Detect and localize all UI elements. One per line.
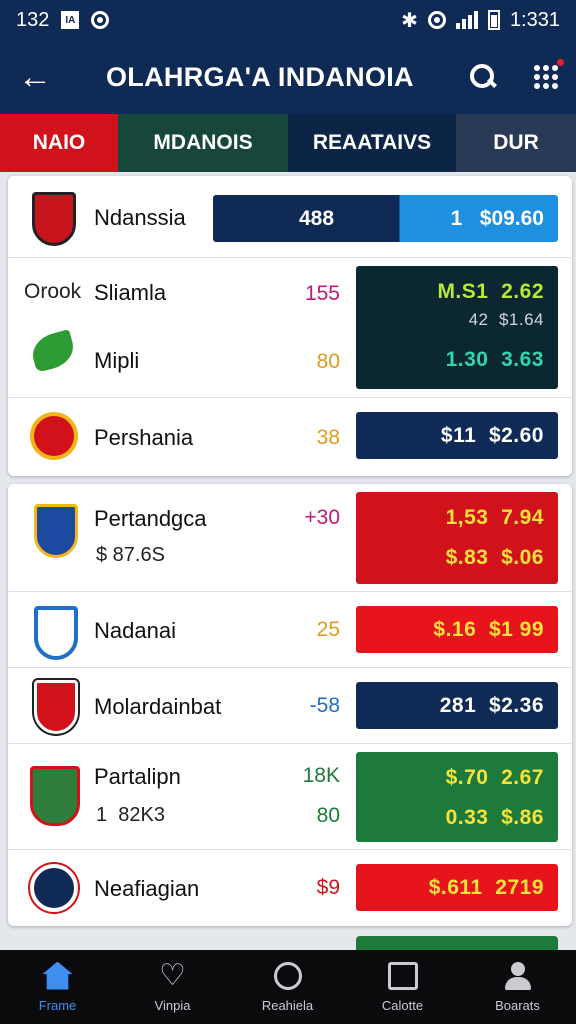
team-crest-icon (30, 864, 78, 912)
nav-label: Vinpia (154, 997, 191, 1013)
nav-label: Boarats (495, 997, 540, 1013)
team-crest-icon (30, 766, 80, 826)
heart-icon: ♡ (159, 958, 186, 992)
team-name: Mipli (94, 348, 140, 373)
match-card: Ndanssia 488 1 $09.60 Orook Sliamla 155 … (8, 176, 572, 476)
odds-line: 42 $1.64 (468, 310, 544, 329)
score-right: 1 $09.60 (450, 207, 544, 230)
odds-line: 1.30 3.63 (445, 348, 544, 371)
list-item[interactable]: Nadanai 25 $.16 $1 99 (8, 592, 572, 668)
record-icon (91, 11, 110, 29)
nav-label: Calotte (381, 997, 424, 1013)
odds-line: 0.33 $.86 (445, 806, 544, 829)
match-count: -58 (309, 694, 340, 717)
odds-box[interactable]: $.16 $1 99 (356, 606, 558, 653)
nav-item-profile[interactable]: Boarats (460, 950, 575, 1024)
status-clock: 1:331 (509, 8, 560, 31)
team-crest-icon (34, 680, 78, 734)
notification-badge-icon: IA (61, 11, 80, 29)
search-icon[interactable] (468, 62, 498, 92)
nav-item-results[interactable]: Reahiela (230, 950, 345, 1024)
kangaroo-icon (28, 329, 78, 373)
odds-box (356, 936, 558, 950)
status-bar: 132 IA ✱ 1:331 (0, 0, 576, 40)
tab-3[interactable]: DUR (456, 114, 576, 172)
nav-item-home[interactable]: Frame (0, 950, 115, 1024)
team-name: Molardainbat (94, 694, 222, 719)
team-stat: $ 87.6S (96, 544, 165, 566)
match-count: 155 (304, 282, 340, 305)
team-prefix: Orook (24, 280, 82, 303)
battery-icon (487, 10, 500, 30)
home-icon (42, 961, 73, 990)
tab-2[interactable]: REAATAIVS (288, 114, 456, 172)
app-bar: ← OLAHRGA'A INDANOIA (0, 40, 576, 114)
team-name: Pershania (94, 425, 194, 450)
team-name: Nadanai (94, 618, 176, 643)
match-count: 80 (316, 350, 340, 373)
score-left: 488 (299, 207, 335, 230)
list-item[interactable]: Orook Sliamla 155 Mipli 80 M.S1 2.62 42 … (8, 258, 572, 398)
odds-box[interactable]: $.611 2719 (356, 864, 558, 911)
status-time: 132 (16, 8, 50, 31)
match-count: 25 (316, 618, 340, 641)
bluetooth-icon: ✱ (401, 9, 418, 32)
match-count: 18K (302, 764, 340, 787)
odds-line: $.16 $1 99 (433, 618, 544, 641)
match-count: +30 (304, 506, 340, 529)
match-count: $9 (316, 876, 340, 899)
team-name: Partalipn (94, 764, 181, 789)
odds-box[interactable]: $11 $2.60 (356, 412, 558, 459)
signal-icon (455, 11, 478, 29)
odds-line: $.83 $.06 (445, 546, 544, 569)
team-crest-icon (32, 192, 76, 246)
nav-label: Reahiela (261, 997, 314, 1013)
list-item[interactable]: Pertandgca $ 87.6S +30 1,53 7.94 $.83 $.… (8, 484, 572, 592)
team-name: Pertandgca (94, 506, 207, 531)
nav-item-favorites[interactable]: ♡ Vinpia (115, 950, 230, 1024)
odds-box[interactable]: M.S1 2.62 42 $1.64 1.30 3.63 (356, 266, 558, 389)
tab-0[interactable]: NAIO (0, 114, 118, 172)
team-name: Sliamla (94, 280, 167, 305)
bottom-nav: Frame ♡ Vinpia Reahiela Calotte Boarats (0, 950, 576, 1024)
odds-line: $11 $2.60 (440, 424, 544, 447)
team-stat: 1 82K3 (96, 804, 165, 826)
odds-line: $.70 2.67 (445, 766, 544, 789)
team-crest-icon (34, 504, 78, 558)
apps-grid-icon[interactable] (534, 59, 564, 89)
match-count: 80 (316, 804, 340, 827)
tab-1[interactable]: MDANOIS (118, 114, 288, 172)
nav-item-calendar[interactable]: Calotte (345, 950, 460, 1024)
back-arrow-icon[interactable]: ← (18, 58, 62, 97)
list-item[interactable]: Ndanssia 488 1 $09.60 (8, 176, 572, 258)
odds-box[interactable]: $.70 2.67 0.33 $.86 (356, 752, 558, 842)
score-bar[interactable]: 488 1 $09.60 (213, 195, 558, 242)
odds-line: 281 $2.36 (439, 694, 544, 717)
nav-label: Frame (38, 997, 77, 1013)
ball-icon (273, 961, 302, 990)
page-title: OLAHRGA'A INDANOIA (106, 61, 414, 92)
list-item[interactable]: Partalipn 1 82K3 18K 80 $.70 2.67 0.33 $… (8, 744, 572, 850)
list-item[interactable]: Neafiagian $9 $.611 2719 (8, 850, 572, 926)
user-icon (503, 961, 533, 990)
list-item[interactable]: Molardainbat -58 281 $2.36 (8, 668, 572, 744)
odds-box[interactable]: 281 $2.36 (356, 682, 558, 729)
match-card: Pertandgca $ 87.6S +30 1,53 7.94 $.83 $.… (8, 484, 572, 926)
odds-box[interactable]: 1,53 7.94 $.83 $.06 (356, 492, 558, 584)
odds-line: M.S1 2.62 (437, 280, 544, 303)
alarm-icon (427, 11, 446, 29)
team-name: Ndanssia (94, 205, 186, 230)
odds-line: 1,53 7.94 (445, 506, 544, 529)
calendar-icon (387, 961, 418, 990)
team-crest-icon (30, 412, 78, 460)
list-item[interactable]: Pershania 38 $11 $2.60 (8, 398, 572, 476)
team-name: Neafiagian (94, 876, 200, 901)
match-count: 38 (316, 426, 340, 449)
tab-bar: NAIO MDANOIS REAATAIVS DUR (0, 114, 576, 172)
odds-line: $.611 2719 (428, 876, 544, 899)
team-crest-icon (34, 606, 78, 660)
